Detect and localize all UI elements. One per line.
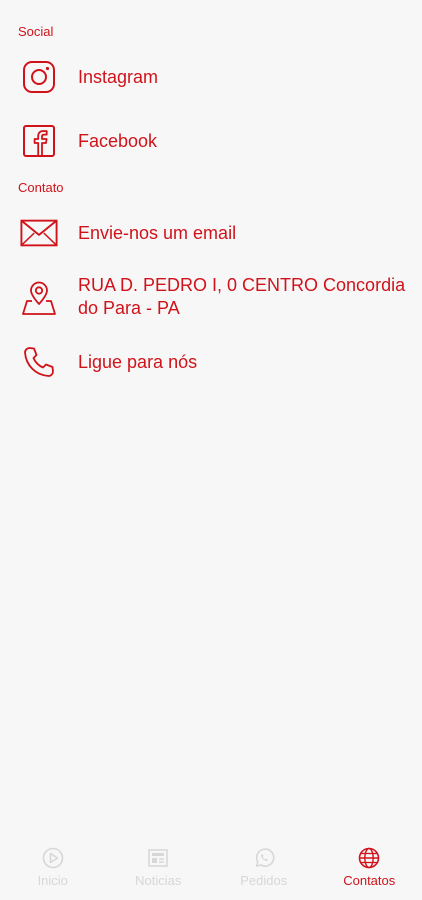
phone-icon <box>20 343 58 381</box>
facebook-icon <box>20 122 58 160</box>
tab-noticias[interactable]: Noticias <box>106 838 212 900</box>
instagram-link[interactable]: Instagram <box>0 57 422 97</box>
whatsapp-icon <box>252 846 276 870</box>
phone-link[interactable]: Ligue para nós <box>0 342 422 382</box>
section-title-contact: Contato <box>18 180 64 195</box>
address-label: RUA D. PEDRO I, 0 CENTRO Concordia do Pa… <box>78 274 410 320</box>
email-link[interactable]: Envie-nos um email <box>0 213 422 253</box>
tab-inicio[interactable]: Inicio <box>0 838 106 900</box>
tab-pedidos[interactable]: Pedidos <box>211 838 317 900</box>
instagram-icon <box>20 58 58 96</box>
facebook-link[interactable]: Facebook <box>0 121 422 161</box>
section-title-social: Social <box>18 24 54 39</box>
tab-contatos-label: Contatos <box>343 873 396 888</box>
instagram-label: Instagram <box>78 66 159 87</box>
email-label: Envie-nos um email <box>78 222 237 243</box>
bottom-tab-bar: Inicio Noticias Pedidos Contatos <box>0 838 422 900</box>
play-circle-icon <box>41 846 65 870</box>
globe-icon <box>357 846 381 870</box>
tab-pedidos-label: Pedidos <box>240 873 288 888</box>
address-line-1: RUA D. PEDRO I, 0 CENTRO Concordia <box>78 275 406 295</box>
tab-noticias-label: Noticias <box>135 873 182 888</box>
tab-contatos[interactable]: Contatos <box>317 838 422 900</box>
facebook-label: Facebook <box>78 130 158 151</box>
phone-label: Ligue para nós <box>78 351 198 372</box>
map-pin-icon <box>20 279 58 317</box>
newspaper-icon <box>146 846 170 870</box>
address-link[interactable]: RUA D. PEDRO I, 0 CENTRO Concordia do Pa… <box>0 274 422 322</box>
envelope-icon <box>20 214 58 252</box>
address-line-2: do Para - PA <box>78 298 180 318</box>
tab-inicio-label: Inicio <box>37 873 68 888</box>
